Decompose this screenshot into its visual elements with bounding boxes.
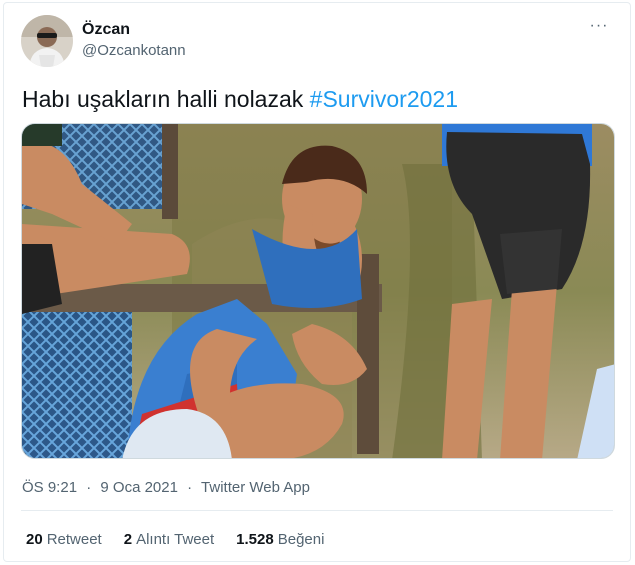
- stat-count: 2: [123, 531, 133, 548]
- avatar[interactable]: [21, 15, 73, 67]
- retweet-count[interactable]: 20 Retweet: [26, 531, 102, 548]
- tweet-source[interactable]: Twitter Web App: [201, 479, 310, 496]
- profile-photo-icon: [21, 15, 73, 67]
- quote-tweet-count[interactable]: 2 Alıntı Tweet: [124, 531, 214, 548]
- tweet-photo[interactable]: [21, 123, 615, 459]
- tweet-body: Habı uşakların halli nolazak: [22, 86, 310, 112]
- tweet-time[interactable]: ÖS 9:21: [22, 479, 77, 496]
- stat-count: 20: [26, 531, 43, 548]
- like-count[interactable]: 1.528 Beğeni: [236, 531, 324, 548]
- survivor-photo-image: [22, 124, 614, 458]
- author-handle[interactable]: @Ozcankotann: [82, 42, 186, 59]
- more-options-icon[interactable]: ···: [588, 18, 610, 39]
- stat-label: Beğeni: [277, 531, 325, 548]
- stat-label: Alıntı Tweet: [136, 531, 215, 548]
- hashtag-link[interactable]: #Survivor2021: [310, 86, 458, 112]
- tweet-date[interactable]: 9 Oca 2021: [100, 479, 178, 496]
- stat-count: 1.528: [236, 531, 274, 548]
- divider: [21, 510, 613, 511]
- author-display-name[interactable]: Özcan: [82, 21, 130, 39]
- tweet-meta: ÖS 9:21 · 9 Oca 2021 · Twitter Web App: [22, 479, 310, 496]
- tweet-card: Özcan @Ozcankotann ··· Habı uşakların ha…: [3, 2, 631, 562]
- meta-separator: ·: [86, 479, 92, 496]
- tweet-stats: 20 Retweet 2 Alıntı Tweet 1.528 Beğeni: [26, 531, 324, 548]
- meta-separator: ·: [187, 479, 193, 496]
- tweet-text: Habı uşakların halli nolazak #Survivor20…: [22, 85, 458, 113]
- stat-label: Retweet: [46, 531, 102, 548]
